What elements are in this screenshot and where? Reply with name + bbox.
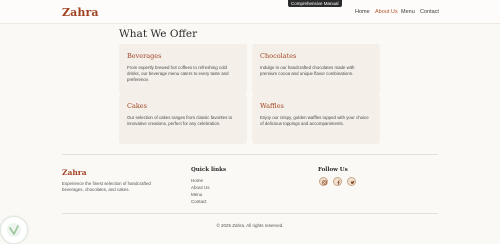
footer-link-menu[interactable]: Menu (191, 192, 202, 197)
offer-card-chocolates: Chocolates Indulge in our handcrafted ch… (252, 44, 380, 94)
nav-home[interactable]: Home (355, 9, 370, 15)
card-text: From expertly brewed hot coffees to refr… (127, 65, 229, 82)
footer-link-about-us[interactable]: About Us (191, 185, 210, 190)
offer-card-waffles: Waffles Enjoy our crispy, golden waffles… (252, 94, 380, 144)
offer-card-cakes: Cakes Our selection of cakes ranges from… (119, 94, 247, 144)
offer-card-beverages: Beverages From expertly brewed hot coffe… (119, 44, 247, 94)
footer-brand: Zahra (62, 168, 87, 177)
footer-link-home[interactable]: Home (191, 178, 203, 183)
facebook-icon[interactable] (333, 177, 342, 186)
footer-link-contact[interactable]: Contact (191, 199, 207, 204)
card-text: Our selection of cakes ranges from class… (127, 115, 233, 126)
card-text: Indulge in our handcrafted chocolates ma… (260, 65, 355, 76)
card-text: Enjoy our crispy, golden waffles topped … (260, 115, 369, 126)
assistant-widget-icon[interactable] (0, 216, 28, 244)
quick-links-heading: Quick links (191, 167, 227, 173)
card-title: Chocolates (260, 52, 297, 60)
site-header: Zahra Comprehensive Manual Home About Us… (0, 0, 500, 24)
footer-divider (62, 154, 438, 155)
card-title: Beverages (127, 52, 162, 60)
instagram-icon[interactable] (319, 177, 328, 186)
nav-about-us[interactable]: About Us (375, 9, 398, 15)
twitter-icon[interactable] (347, 177, 356, 186)
copyright-divider (62, 213, 438, 214)
card-title: Waffles (260, 102, 284, 110)
section-title: What We Offer (119, 28, 198, 40)
follow-us-heading: Follow Us (318, 167, 348, 173)
copyright-text: © 2025 Zahra. All rights reserved. (216, 223, 284, 228)
card-title: Cakes (127, 102, 147, 110)
tooltip: Comprehensive Manual (288, 0, 342, 7)
footer-description: Experience the finest selection of handc… (62, 181, 151, 192)
nav-contact[interactable]: Contact (420, 9, 439, 15)
nav-menu[interactable]: Menu (401, 9, 415, 15)
brand-logo[interactable]: Zahra (62, 6, 99, 19)
